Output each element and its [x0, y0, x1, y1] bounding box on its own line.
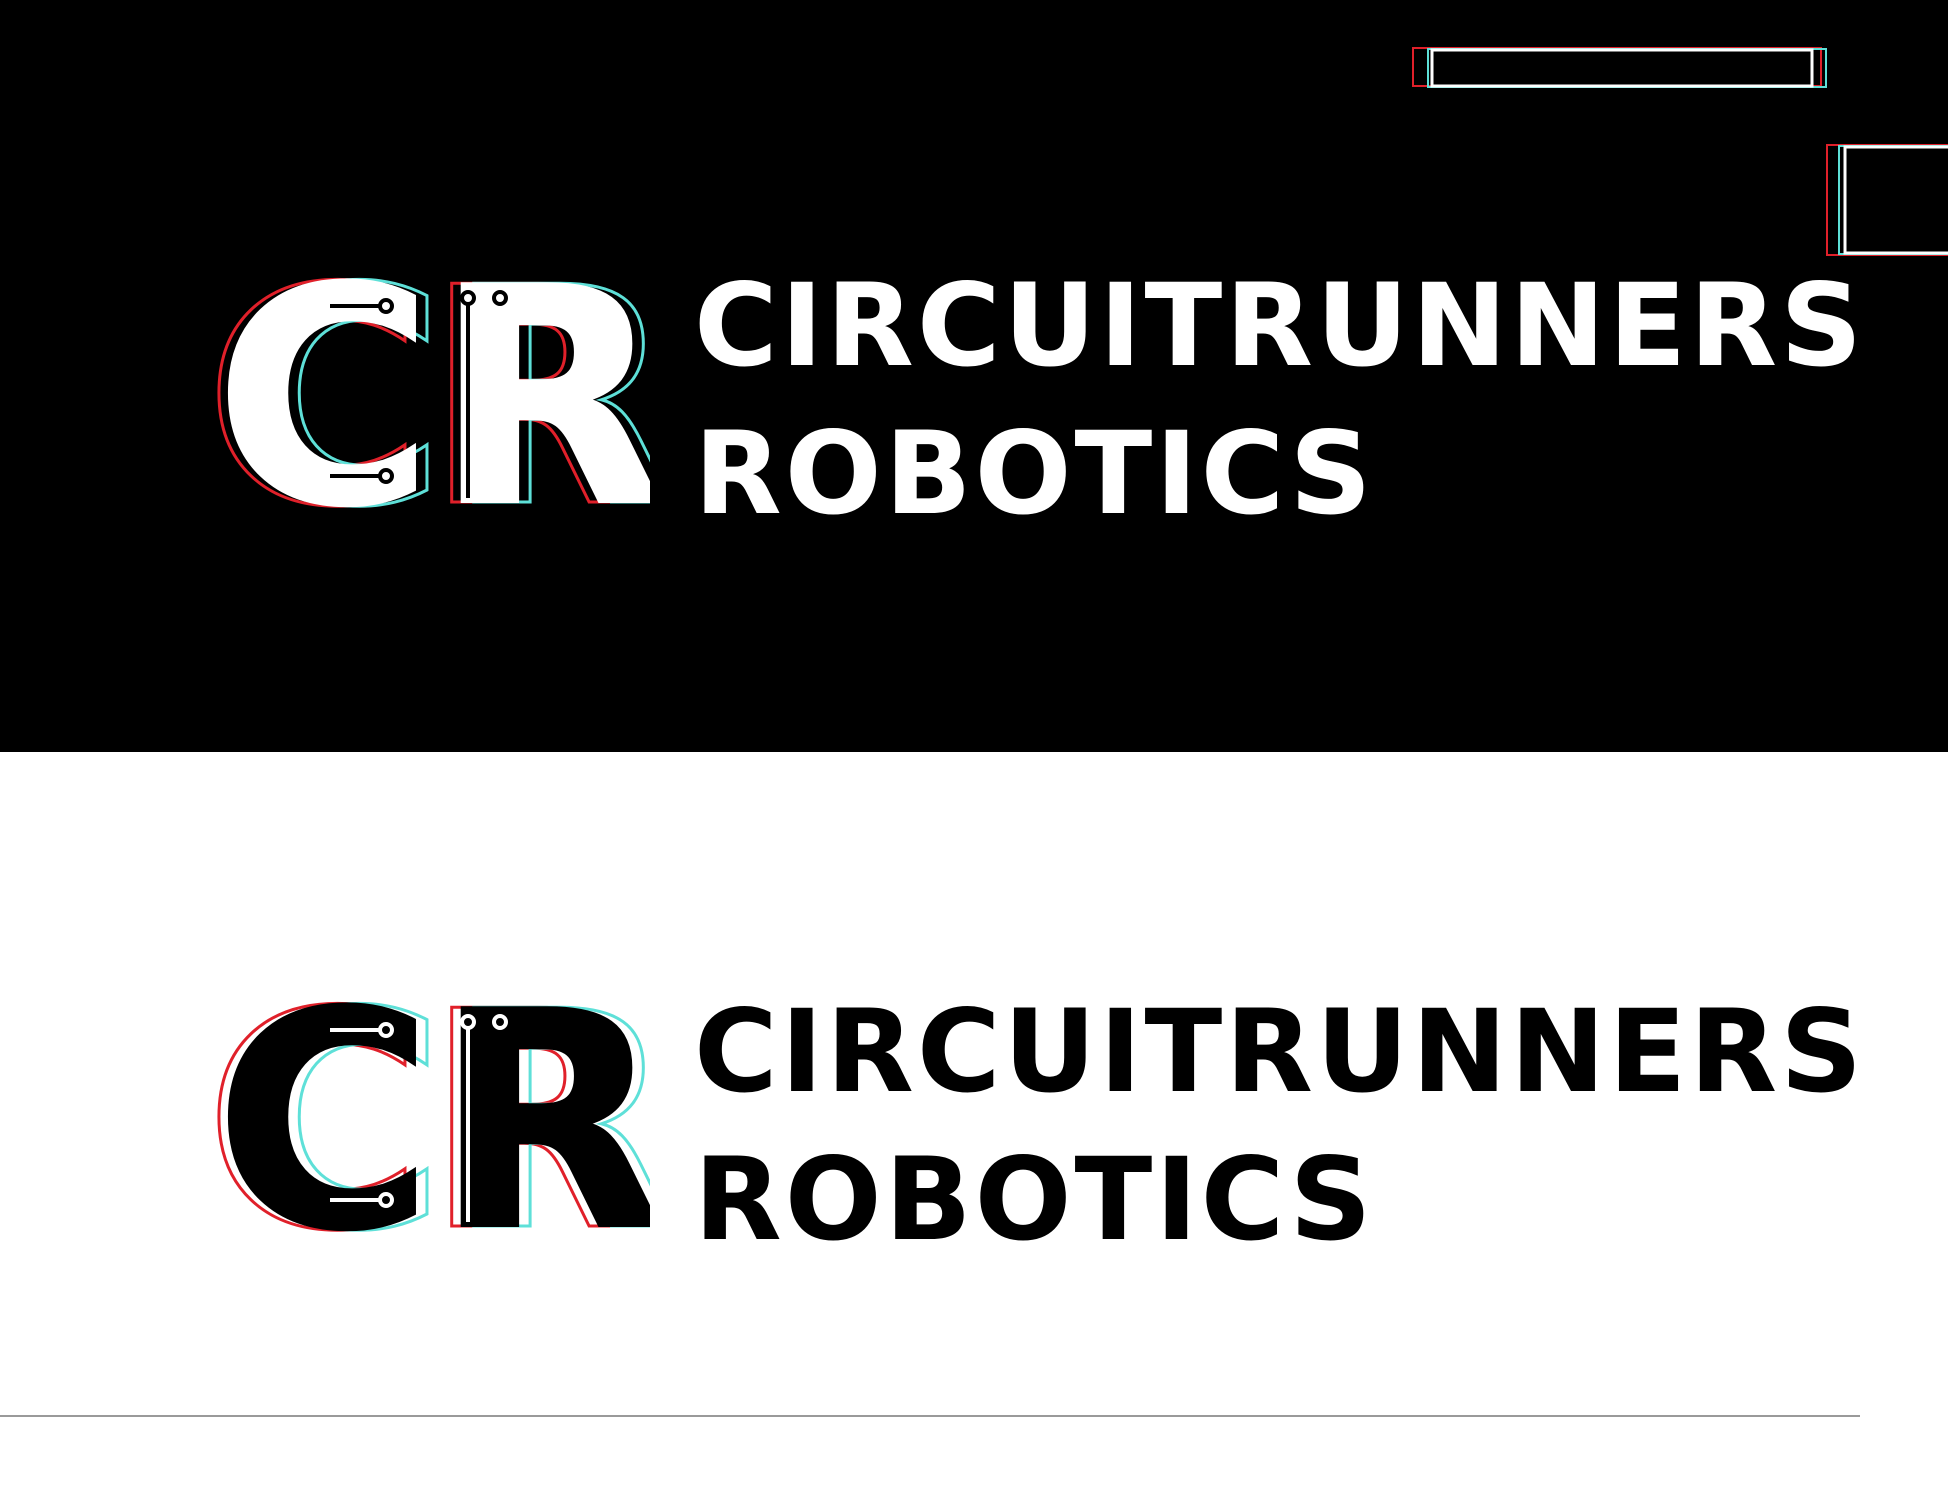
monogram-text: CR	[214, 992, 650, 1252]
brand-name-line2: ROBOTICS	[694, 407, 1375, 540]
light-logo-panel: CR CR CR CIRCUITRUNNERS ROBOTICS	[0, 752, 1948, 1505]
brand-wordmark: CIRCUITRUNNERS ROBOTICS	[694, 978, 1865, 1274]
brand-name-line1: CIRCUITRUNNERS	[694, 985, 1866, 1118]
monogram-text: CR	[214, 268, 650, 528]
glitch-bar-top	[1412, 47, 1827, 88]
bottom-divider	[0, 1415, 1860, 1417]
brand-name-line1: CIRCUITRUNNERS	[694, 259, 1866, 392]
cr-monogram-logo: CR CR CR	[210, 268, 650, 528]
brand-wordmark: CIRCUITRUNNERS ROBOTICS	[694, 252, 1865, 548]
dark-logo-panel: CR CR CR CIRCUITRUNNERS ROBOTICS	[0, 0, 1948, 752]
cr-monogram-logo: CR CR CR	[210, 992, 650, 1252]
glitch-bar-right	[1826, 144, 1948, 256]
brand-name-line2: ROBOTICS	[694, 1133, 1375, 1266]
